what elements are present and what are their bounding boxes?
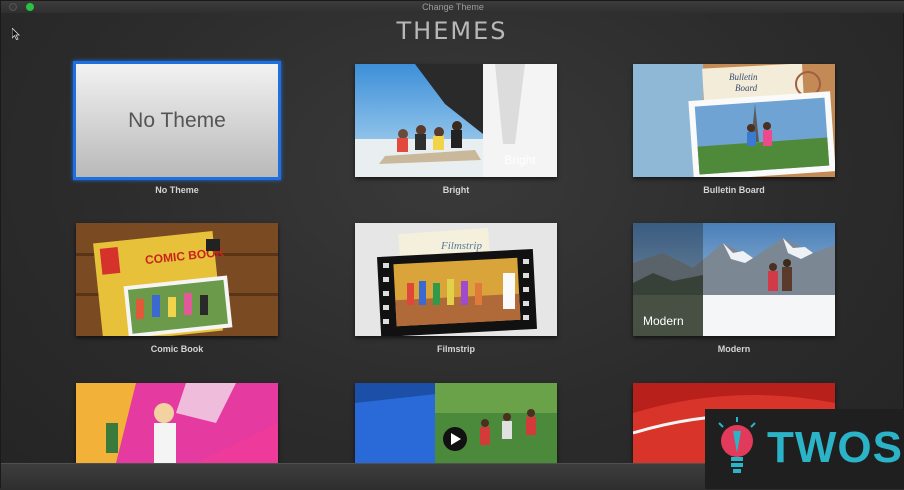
modern-thumbnail-image: Modern xyxy=(633,223,835,336)
theme-thumbnail[interactable]: Bright xyxy=(355,64,557,177)
colorful-theme-thumbnail-image xyxy=(76,383,278,463)
twos-watermark: TWOS xyxy=(705,409,904,489)
bright-thumb-text: Bright xyxy=(504,153,536,167)
theme-label: Modern xyxy=(717,344,751,354)
comic-book-thumbnail-image: COMIC BOOK xyxy=(76,223,278,336)
change-theme-window: Change Theme THEMES No Theme No Theme Br… xyxy=(0,0,904,490)
svg-text:Board: Board xyxy=(735,83,758,93)
theme-thumbnail[interactable]: Modern xyxy=(633,223,835,336)
theme-thumbnail[interactable]: Bulletin Board xyxy=(633,64,835,177)
theme-label: Filmstrip xyxy=(436,344,475,354)
theme-thumbnail[interactable]: COMIC BOOK xyxy=(76,223,278,336)
filmstrip-thumbnail-image: Filmstrip xyxy=(355,223,557,336)
theme-thumbnail[interactable]: No Theme xyxy=(73,61,281,180)
theme-label: Comic Book xyxy=(150,344,204,354)
window-title: Change Theme xyxy=(422,2,484,12)
svg-text:Bulletin: Bulletin xyxy=(729,72,758,82)
no-theme-thumb-text: No Theme xyxy=(76,64,278,177)
lightbulb-logo-icon xyxy=(718,417,756,473)
watermark-text: TWOS xyxy=(767,423,903,472)
news-theme-thumbnail-image xyxy=(355,383,557,463)
modern-thumb-text: Modern xyxy=(643,314,684,328)
theme-thumbnail[interactable] xyxy=(76,383,278,463)
bright-thumbnail-image: Bright xyxy=(355,64,557,177)
theme-thumbnail[interactable]: Filmstrip xyxy=(355,223,557,336)
theme-label: Bright xyxy=(442,185,470,195)
theme-thumbnail[interactable] xyxy=(355,383,557,463)
filmstrip-thumb-text: Filmstrip xyxy=(440,240,482,252)
theme-label: Bulletin Board xyxy=(703,185,765,195)
bulletin-board-thumbnail-image: Bulletin Board xyxy=(633,64,835,177)
theme-label: No Theme xyxy=(155,185,199,195)
page-title: THEMES xyxy=(396,17,508,45)
title-bar: Change Theme xyxy=(1,1,904,13)
